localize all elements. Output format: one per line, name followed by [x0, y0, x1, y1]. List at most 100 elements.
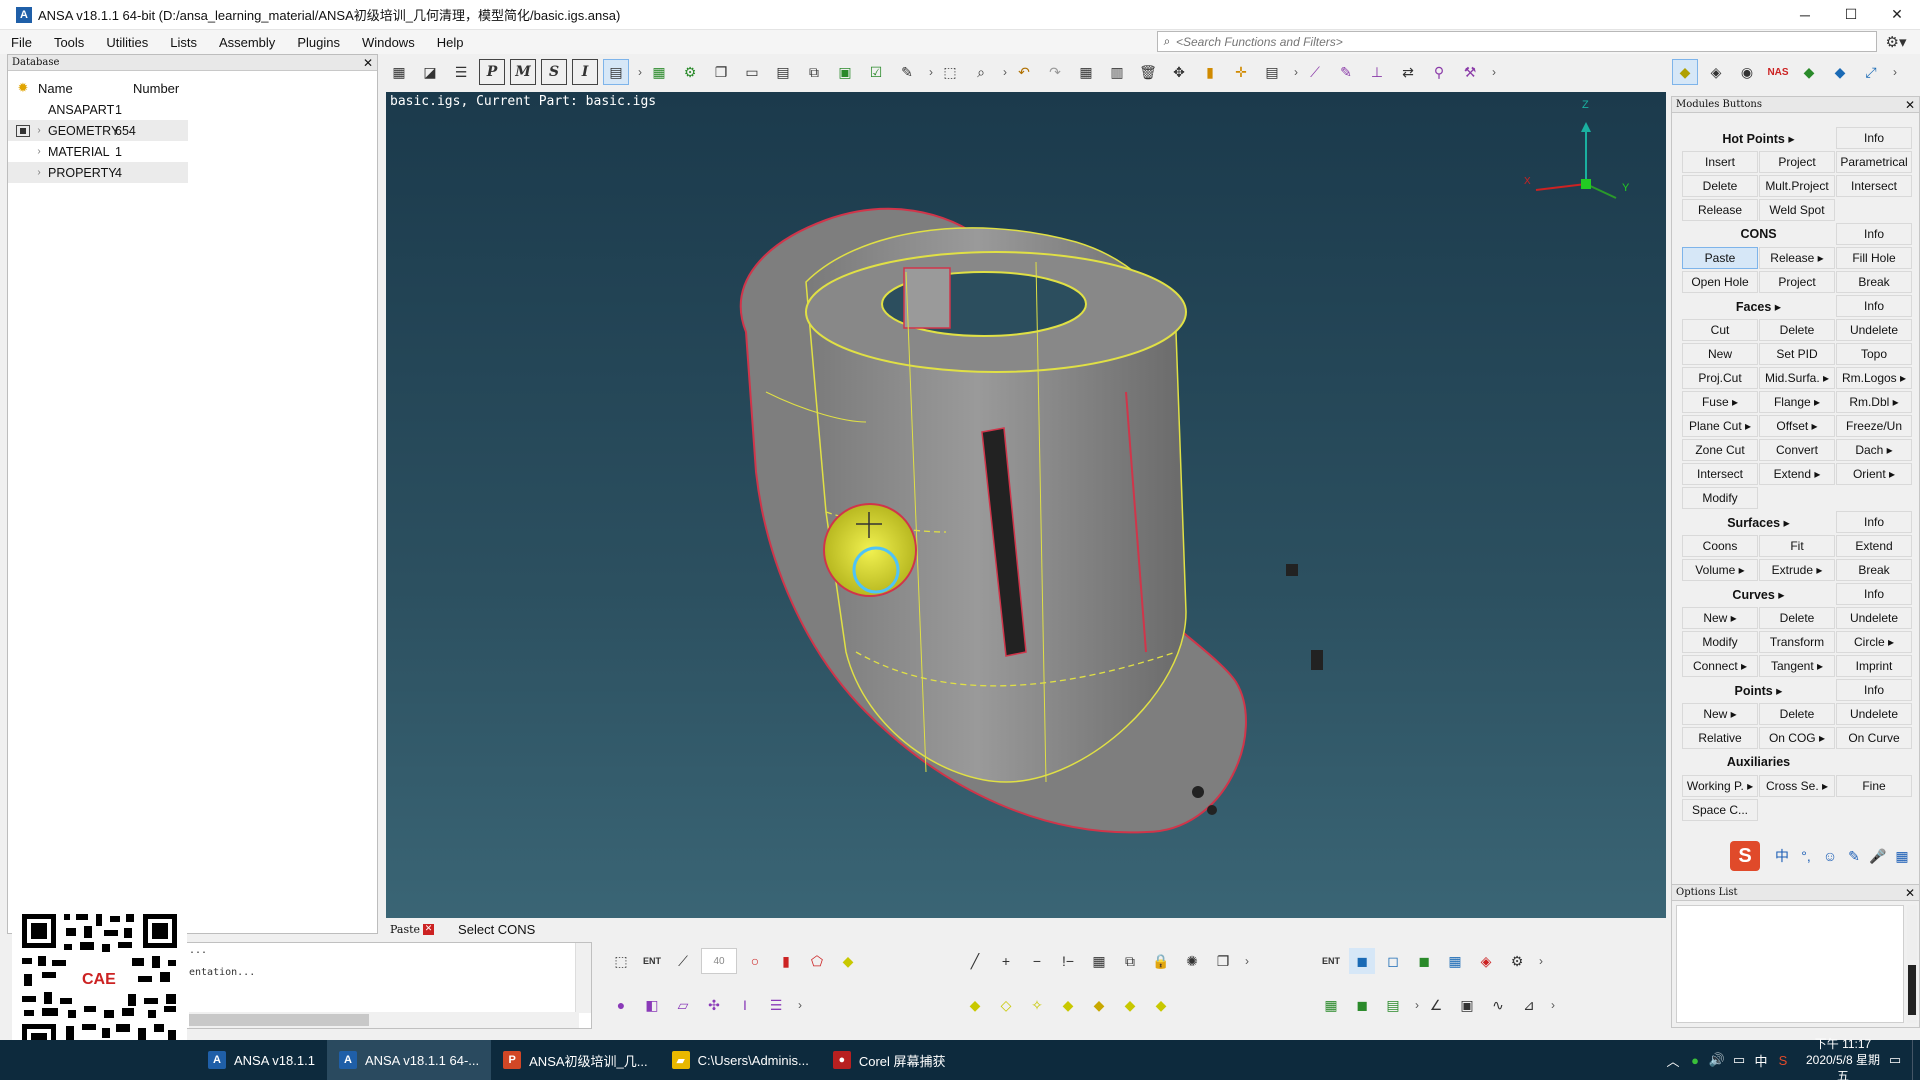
gear-green-icon[interactable]: ⚙: [677, 59, 703, 85]
section-header[interactable]: Auxiliaries: [1682, 751, 1835, 773]
taskbar-task[interactable]: ● Corel 屏幕捕获: [821, 1040, 958, 1080]
module-button[interactable]: Extend ▸: [1759, 463, 1835, 485]
ime-punct-icon[interactable]: °,: [1794, 848, 1818, 864]
module-button[interactable]: Intersect: [1836, 175, 1912, 197]
small-hole[interactable]: [1286, 564, 1298, 576]
more-chevron-icon[interactable]: ›: [925, 65, 937, 79]
ime-mic-icon[interactable]: 🎤: [1866, 848, 1890, 865]
module-button[interactable]: Fill Hole: [1836, 247, 1912, 269]
close-icon[interactable]: ✕: [1905, 886, 1915, 900]
more-chevron-icon[interactable]: ›: [634, 65, 646, 79]
filter-2-icon[interactable]: ◇: [993, 992, 1019, 1018]
section-header[interactable]: Faces ▸: [1682, 295, 1835, 317]
angle-spinbox[interactable]: 40: [701, 948, 737, 974]
check-icon[interactable]: ☑: [863, 59, 889, 85]
module-button[interactable]: Info: [1836, 679, 1912, 701]
settings-gear-icon[interactable]: ⚙▾: [1876, 31, 1916, 52]
module-button[interactable]: Delete: [1682, 175, 1758, 197]
search-input[interactable]: [1176, 34, 1876, 49]
sogou-tray-icon[interactable]: S: [1772, 1053, 1794, 1068]
graphics-viewport[interactable]: basic.igs, Current Part: basic.igs Z Y X: [386, 92, 1666, 918]
module-button[interactable]: Rm.Logos ▸: [1836, 367, 1912, 389]
module-button[interactable]: Modify: [1682, 631, 1758, 653]
tray-expand-icon[interactable]: ︿: [1662, 1051, 1684, 1070]
sphere-icon[interactable]: ●: [608, 992, 634, 1018]
module-button[interactable]: Mult.Project: [1759, 175, 1835, 197]
ime-indicator[interactable]: 中: [1750, 1051, 1772, 1070]
ruler-icon[interactable]: ⟋: [1302, 59, 1328, 85]
m-icon[interactable]: M: [510, 59, 536, 85]
module-button[interactable]: Zone Cut: [1682, 439, 1758, 461]
volume-icon[interactable]: 🔊: [1706, 1052, 1728, 1068]
module-button[interactable]: On COG ▸: [1759, 727, 1835, 749]
render-3-icon[interactable]: ▤: [1380, 992, 1406, 1018]
maximize-button[interactable]: ☐: [1828, 0, 1874, 30]
spline-icon[interactable]: ∿: [1485, 992, 1511, 1018]
minimize-button[interactable]: ─: [1782, 0, 1828, 30]
ime-grid-icon[interactable]: ▦: [1890, 848, 1914, 865]
module-button[interactable]: Paste: [1682, 247, 1758, 269]
module-button[interactable]: Undelete: [1836, 703, 1912, 725]
more-chevron-icon[interactable]: ›: [1889, 65, 1901, 79]
more-chevron-icon[interactable]: ›: [1535, 954, 1547, 968]
filter-7-icon[interactable]: ◆: [1148, 992, 1174, 1018]
more-chevron-icon[interactable]: ›: [999, 65, 1011, 79]
module-button[interactable]: Intersect: [1682, 463, 1758, 485]
module-button[interactable]: Modify: [1682, 487, 1758, 509]
model-3d-view[interactable]: Z Y X: [386, 92, 1666, 918]
module-button[interactable]: Delete: [1759, 319, 1835, 341]
module-button[interactable]: Release ▸: [1759, 247, 1835, 269]
lock-icon[interactable]: 🔒: [1148, 948, 1174, 974]
red-cube-icon[interactable]: ◈: [1473, 948, 1499, 974]
module-button[interactable]: Insert: [1682, 151, 1758, 173]
filter-1-icon[interactable]: ◆: [962, 992, 988, 1018]
database-row[interactable]: › MATERIAL 1: [8, 141, 377, 162]
cube-icon[interactable]: ◧: [639, 992, 665, 1018]
taskbar-task[interactable]: P ANSA初级培训_几...: [491, 1040, 659, 1080]
section-header[interactable]: CONS: [1682, 223, 1835, 245]
module-button[interactable]: New: [1682, 343, 1758, 365]
menu-help[interactable]: Help: [426, 35, 475, 50]
module-button[interactable]: Extrude ▸: [1759, 559, 1835, 581]
module-button[interactable]: Fuse ▸: [1682, 391, 1758, 413]
module-button[interactable]: Undelete: [1836, 319, 1912, 341]
line-select-icon[interactable]: ⟋: [670, 948, 696, 974]
menu-plugins[interactable]: Plugins: [286, 35, 351, 50]
ent-icon[interactable]: ENT: [1318, 948, 1344, 974]
hammer-icon[interactable]: ⚒: [1457, 59, 1483, 85]
filter-5-icon[interactable]: ◆: [1086, 992, 1112, 1018]
undo-icon[interactable]: ↶: [1011, 59, 1037, 85]
translate-icon[interactable]: ✣: [701, 992, 727, 1018]
module-button[interactable]: Imprint: [1836, 655, 1912, 677]
volume-icon[interactable]: ◆: [1827, 59, 1853, 85]
module-button[interactable]: Weld Spot: [1759, 199, 1835, 221]
menu-lists[interactable]: Lists: [159, 35, 208, 50]
pan-icon[interactable]: ✛: [1228, 59, 1254, 85]
database-row[interactable]: ANSAPART 1: [8, 99, 377, 120]
box-icon[interactable]: ▮: [1197, 59, 1223, 85]
module-button[interactable]: Working P. ▸: [1682, 775, 1758, 797]
section-cut-icon[interactable]: ⊿: [1516, 992, 1542, 1018]
copy-icon[interactable]: ❐: [708, 59, 734, 85]
zoom-window-icon[interactable]: ⬚: [937, 59, 963, 85]
module-button[interactable]: Info: [1836, 295, 1912, 317]
edit-icon[interactable]: ✎: [1333, 59, 1359, 85]
module-button[interactable]: Offset ▸: [1759, 415, 1835, 437]
more-chevron-icon[interactable]: ›: [1488, 65, 1500, 79]
module-button[interactable]: Cut: [1682, 319, 1758, 341]
module-button[interactable]: On Curve: [1836, 727, 1912, 749]
module-button[interactable]: Cross Se. ▸: [1759, 775, 1835, 797]
taskbar-task[interactable]: A ANSA v18.1.1 64-...: [326, 1040, 492, 1080]
ime-skin-icon[interactable]: ✎: [1842, 848, 1866, 865]
move-icon[interactable]: ✥: [1166, 59, 1192, 85]
sogou-ime-icon[interactable]: S: [1730, 841, 1760, 871]
database-row[interactable]: › PROPERTY 4: [8, 162, 188, 183]
module-button[interactable]: Parametrical: [1836, 151, 1912, 173]
circle-select-icon[interactable]: ○: [742, 948, 768, 974]
paste-function-tab[interactable]: Paste ✕: [386, 923, 438, 936]
stack-icon[interactable]: ❐: [1210, 948, 1236, 974]
more-chevron-icon[interactable]: ›: [1411, 998, 1423, 1012]
module-button[interactable]: Delete: [1759, 607, 1835, 629]
module-button[interactable]: Project: [1759, 151, 1835, 173]
options-list-body[interactable]: [1676, 905, 1904, 1023]
